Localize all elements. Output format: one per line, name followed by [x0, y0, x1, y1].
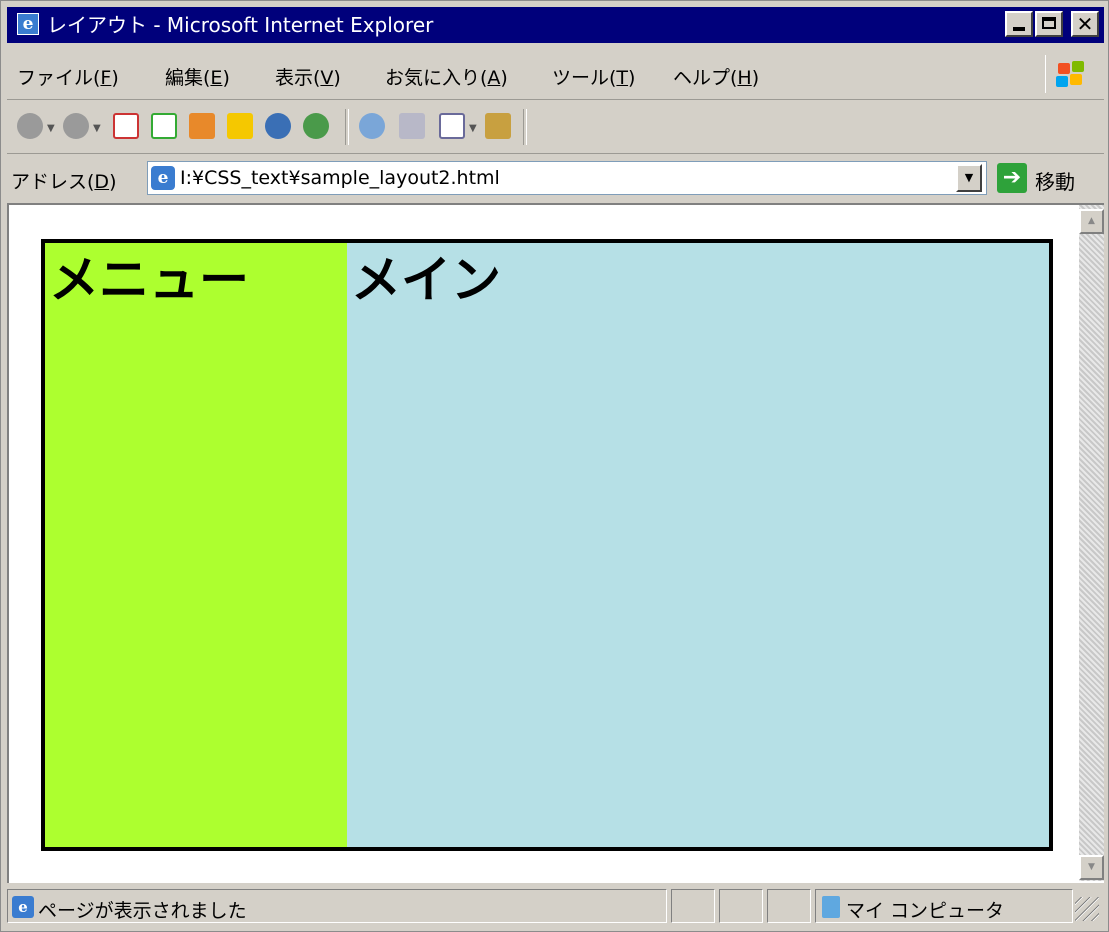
menu-file-end: ): [111, 67, 119, 89]
menu-help-key: H: [737, 67, 752, 89]
page-icon: e: [151, 166, 175, 190]
resize-grip-icon[interactable]: [1075, 897, 1099, 921]
status-bar: e ページが表示されました マイ コンピュータ: [7, 885, 1104, 927]
minimize-icon: [1013, 27, 1025, 31]
menu-help[interactable]: ヘルプ(H): [673, 63, 759, 90]
edit-dropdown-icon[interactable]: ▼: [469, 123, 477, 134]
status-message-cell: e ページが表示されました: [7, 889, 667, 923]
back-icon[interactable]: [17, 113, 43, 139]
status-cell: [671, 889, 715, 923]
menu-tools-key: T: [616, 67, 629, 89]
menu-favorites-key: A: [487, 67, 501, 89]
edit-icon[interactable]: [439, 113, 465, 139]
menu-view-end: ): [333, 67, 341, 89]
menu-favorites-end: ): [500, 67, 508, 89]
main-column: メイン: [347, 243, 1049, 847]
go-button[interactable]: 移動: [1035, 166, 1075, 195]
print-icon[interactable]: [399, 113, 425, 139]
forward-dropdown-icon[interactable]: ▼: [93, 123, 101, 134]
ie-page-icon: e: [12, 896, 34, 918]
scroll-down-icon[interactable]: ▼: [1079, 855, 1104, 880]
toolbar-separator: [523, 109, 527, 145]
menu-edit-label: 編集(: [165, 67, 211, 89]
home-icon[interactable]: [189, 113, 215, 139]
close-button[interactable]: ✕: [1071, 11, 1099, 37]
address-url[interactable]: I:¥CSS_text¥sample_layout2.html: [180, 167, 500, 189]
windows-logo-icon: [1045, 55, 1090, 93]
window-title: レイアウト - Microsoft Internet Explorer: [47, 13, 434, 37]
address-label-end: ): [109, 171, 117, 193]
favorites-icon[interactable]: [227, 113, 253, 139]
address-bar: アドレス(D) e I:¥CSS_text¥sample_layout2.htm…: [7, 155, 1104, 203]
address-input[interactable]: e I:¥CSS_text¥sample_layout2.html ▼: [147, 161, 987, 195]
stop-icon[interactable]: [113, 113, 139, 139]
address-label-key: D: [94, 171, 110, 193]
layout-container: メニュー メイン: [41, 239, 1053, 851]
page-viewport: メニュー メイン ▲ ▼: [7, 203, 1104, 883]
status-cell: [719, 889, 763, 923]
zone-cell: マイ コンピュータ: [815, 889, 1073, 923]
browser-window: e レイアウト - Microsoft Internet Explorer ✕ …: [0, 0, 1109, 932]
menu-file-key: F: [100, 67, 112, 89]
menu-file-label: ファイル(: [17, 67, 101, 89]
menu-edit-key: E: [210, 67, 223, 89]
menu-edit[interactable]: 編集(E): [165, 63, 230, 90]
title-bar[interactable]: e レイアウト - Microsoft Internet Explorer ✕: [7, 7, 1104, 43]
menu-favorites-label: お気に入り(: [385, 67, 488, 89]
history-icon[interactable]: [303, 113, 329, 139]
my-computer-icon: [822, 896, 840, 918]
menu-bar: ファイル(F) 編集(E) 表示(V) お気に入り(A) ツール(T) ヘルプ(…: [7, 47, 1104, 100]
media-icon[interactable]: [265, 113, 291, 139]
search-icon[interactable]: [359, 113, 385, 139]
close-icon: ✕: [1076, 12, 1094, 36]
menu-tools[interactable]: ツール(T): [552, 63, 635, 90]
address-label: アドレス(D): [11, 167, 116, 194]
refresh-icon[interactable]: [151, 113, 177, 139]
vertical-scrollbar[interactable]: ▲ ▼: [1079, 205, 1104, 881]
toolbar-separator: [345, 109, 349, 145]
ie-logo-icon: e: [17, 13, 39, 35]
menu-tools-end: ): [628, 67, 636, 89]
menu-tools-label: ツール(: [552, 67, 617, 89]
maximize-button[interactable]: [1035, 11, 1063, 37]
menu-help-end: ): [751, 67, 760, 89]
messenger-icon[interactable]: [485, 113, 511, 139]
menu-view[interactable]: 表示(V): [275, 63, 341, 90]
maximize-icon: [1042, 17, 1056, 29]
menu-edit-end: ): [222, 67, 230, 89]
menu-file[interactable]: ファイル(F): [17, 63, 119, 90]
menu-view-label: 表示(: [275, 67, 321, 89]
toolbar: ▼ ▼ ▼: [7, 103, 1104, 154]
forward-icon[interactable]: [63, 113, 89, 139]
address-label-text: アドレス(: [11, 171, 95, 193]
status-message: ページが表示されました: [38, 900, 247, 922]
go-arrow-icon[interactable]: ➔: [997, 163, 1027, 193]
zone-label: マイ コンピュータ: [846, 900, 1005, 922]
menu-column: メニュー: [45, 243, 347, 847]
scroll-up-icon[interactable]: ▲: [1079, 209, 1104, 234]
menu-favorites[interactable]: お気に入り(A): [385, 63, 508, 90]
status-cell: [767, 889, 811, 923]
menu-help-label: ヘルプ(: [673, 67, 738, 89]
menu-heading: メニュー: [49, 251, 249, 309]
main-heading: メイン: [351, 251, 501, 309]
address-dropdown-icon[interactable]: ▼: [956, 164, 982, 192]
minimize-button[interactable]: [1005, 11, 1033, 37]
menu-view-key: V: [320, 67, 334, 89]
back-dropdown-icon[interactable]: ▼: [47, 123, 55, 134]
